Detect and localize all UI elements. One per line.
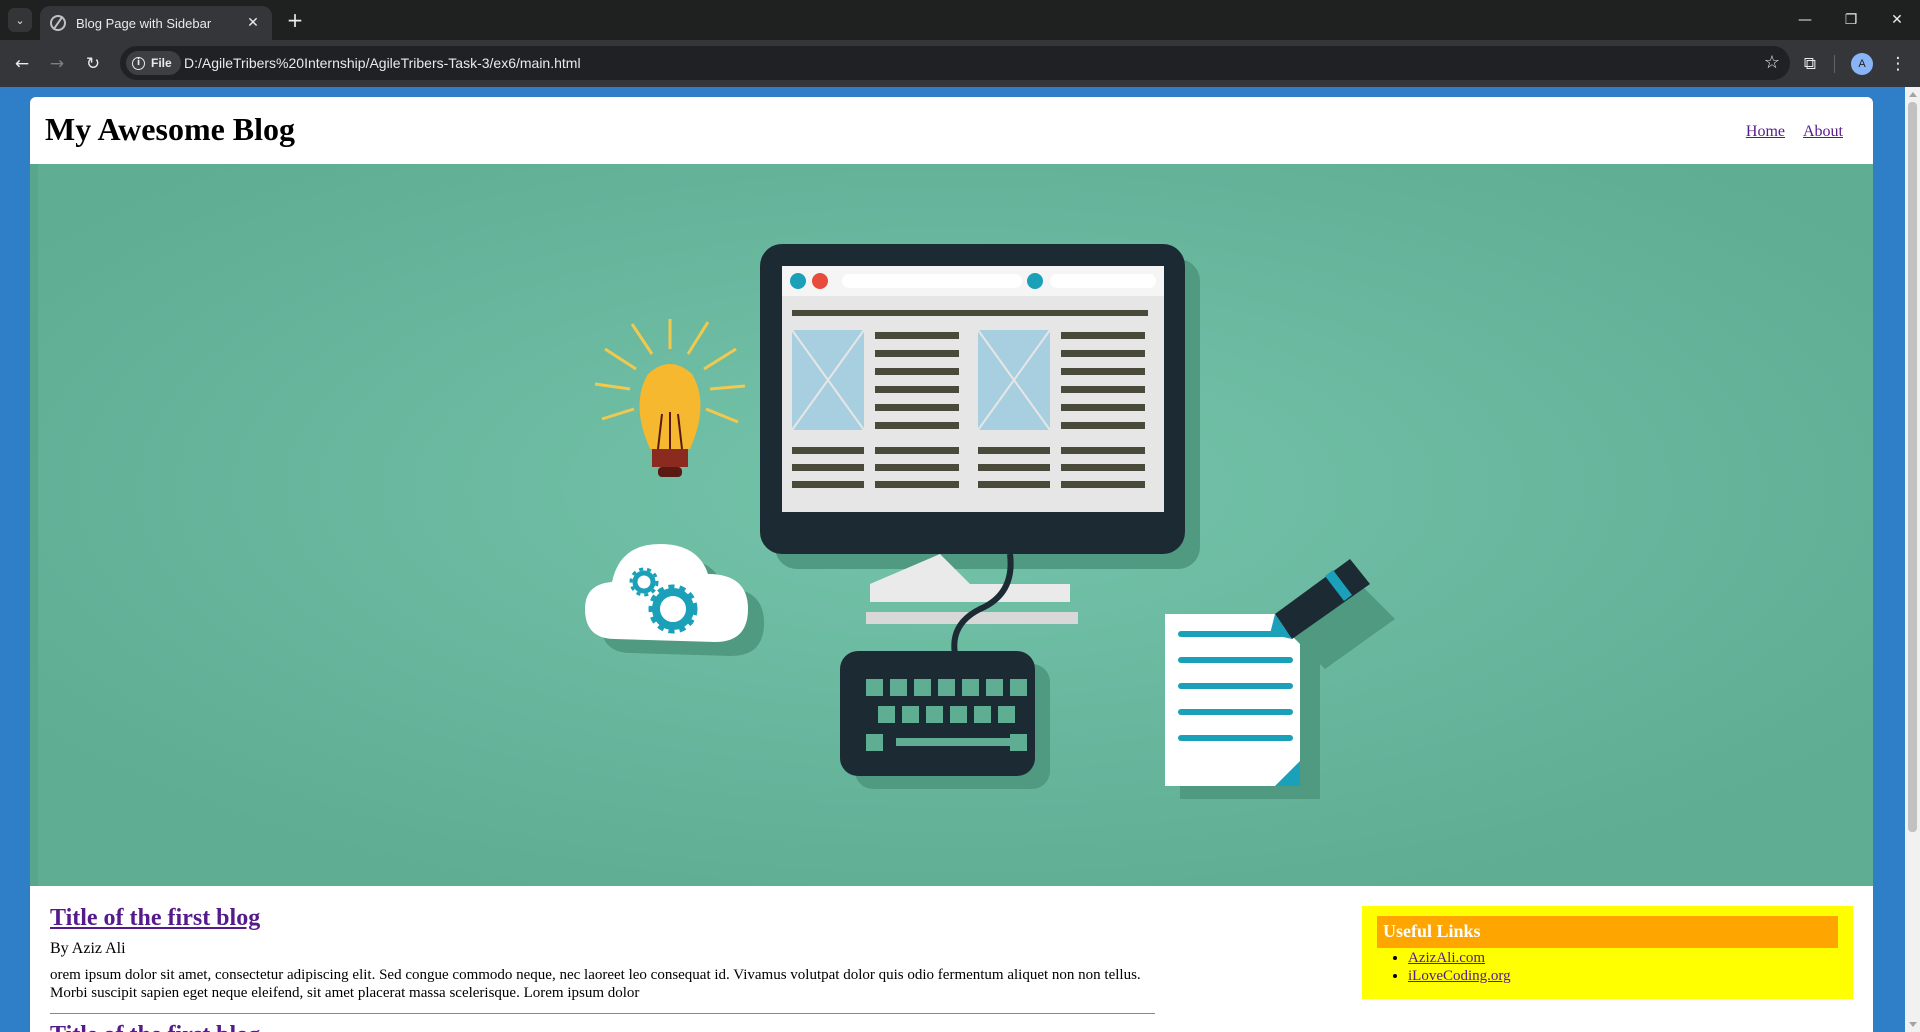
address-bar[interactable]: i File D:/AgileTribers%20Internship/Agil… [120, 46, 1790, 80]
site-nav: Home About [1746, 123, 1843, 141]
browser-toolbar: ← → ↻ i File D:/AgileTribers%20Internshi… [0, 40, 1920, 87]
hero-illustration [30, 164, 1873, 886]
main-content: Title of the first blog By Aziz Ali orem… [50, 905, 1155, 1032]
browser-tab-strip: ⌄ Blog Page with Sidebar ✕ + — ❐ ✕ [0, 0, 1920, 40]
post-author: By Aziz Ali [50, 940, 126, 957]
list-item: AzizAli.com [1408, 949, 1838, 967]
extensions-icon[interactable]: ⧉ [1796, 50, 1824, 78]
info-icon: i [132, 56, 145, 70]
window-close-button[interactable]: ✕ [1874, 0, 1920, 40]
hero-banner-image [30, 164, 1873, 886]
nav-link-home[interactable]: Home [1746, 123, 1785, 141]
post-body: orem ipsum dolor sit amet, consectetur a… [50, 967, 1141, 1001]
scroll-up-arrow[interactable] [1909, 92, 1917, 97]
browser-tab[interactable]: Blog Page with Sidebar ✕ [40, 6, 272, 40]
scroll-thumb[interactable] [1908, 102, 1917, 832]
keyboard-icon [840, 651, 1050, 789]
new-tab-button[interactable]: + [282, 8, 308, 34]
scroll-down-arrow[interactable] [1909, 1022, 1917, 1027]
forward-button[interactable]: → [43, 50, 71, 78]
blog-page: My Awesome Blog Home About Title of the … [30, 97, 1873, 1032]
site-info-chip[interactable]: i File [126, 51, 181, 75]
post-title-link[interactable]: Title of the first blog [50, 905, 260, 932]
sidebar-link-list: AzizAli.com iLoveCoding.org [1377, 949, 1838, 985]
nav-link-about[interactable]: About [1803, 123, 1843, 141]
arrow-right-icon: → [49, 54, 65, 74]
profile-avatar[interactable]: A [1851, 53, 1873, 75]
kebab-menu-icon[interactable]: ⋮ [1884, 50, 1912, 78]
globe-icon [50, 15, 66, 31]
post-divider [50, 1013, 1155, 1014]
sidebar-link-azizali[interactable]: AzizAli.com [1408, 950, 1485, 966]
reload-button[interactable]: ↻ [79, 50, 107, 78]
sidebar-heading: Useful Links [1377, 916, 1838, 948]
chevron-down-icon: ⌄ [15, 13, 25, 27]
url-text[interactable]: D:/AgileTribers%20Internship/AgileTriber… [184, 55, 581, 71]
arrow-left-icon: ← [14, 54, 30, 74]
page-scrollbar[interactable] [1905, 87, 1920, 1032]
sidebar: Useful Links AzizAli.com iLoveCoding.org [1362, 906, 1853, 999]
back-button[interactable]: ← [8, 50, 36, 78]
close-icon[interactable]: ✕ [244, 15, 262, 31]
post-title-link[interactable]: Title of the first blog [50, 1022, 260, 1032]
tab-search-button[interactable]: ⌄ [8, 8, 32, 32]
file-chip-label: File [151, 56, 172, 70]
toolbar-divider [1834, 55, 1835, 73]
reload-icon: ↻ [85, 54, 101, 74]
bookmark-star-icon[interactable]: ☆ [1764, 52, 1780, 73]
sidebar-link-ilovecoding[interactable]: iLoveCoding.org [1408, 968, 1511, 984]
tab-title: Blog Page with Sidebar [76, 15, 212, 31]
site-title: My Awesome Blog [45, 111, 296, 147]
restore-button[interactable]: ❐ [1828, 0, 1874, 40]
list-item: iLoveCoding.org [1408, 967, 1838, 985]
minimize-button[interactable]: — [1782, 0, 1828, 40]
